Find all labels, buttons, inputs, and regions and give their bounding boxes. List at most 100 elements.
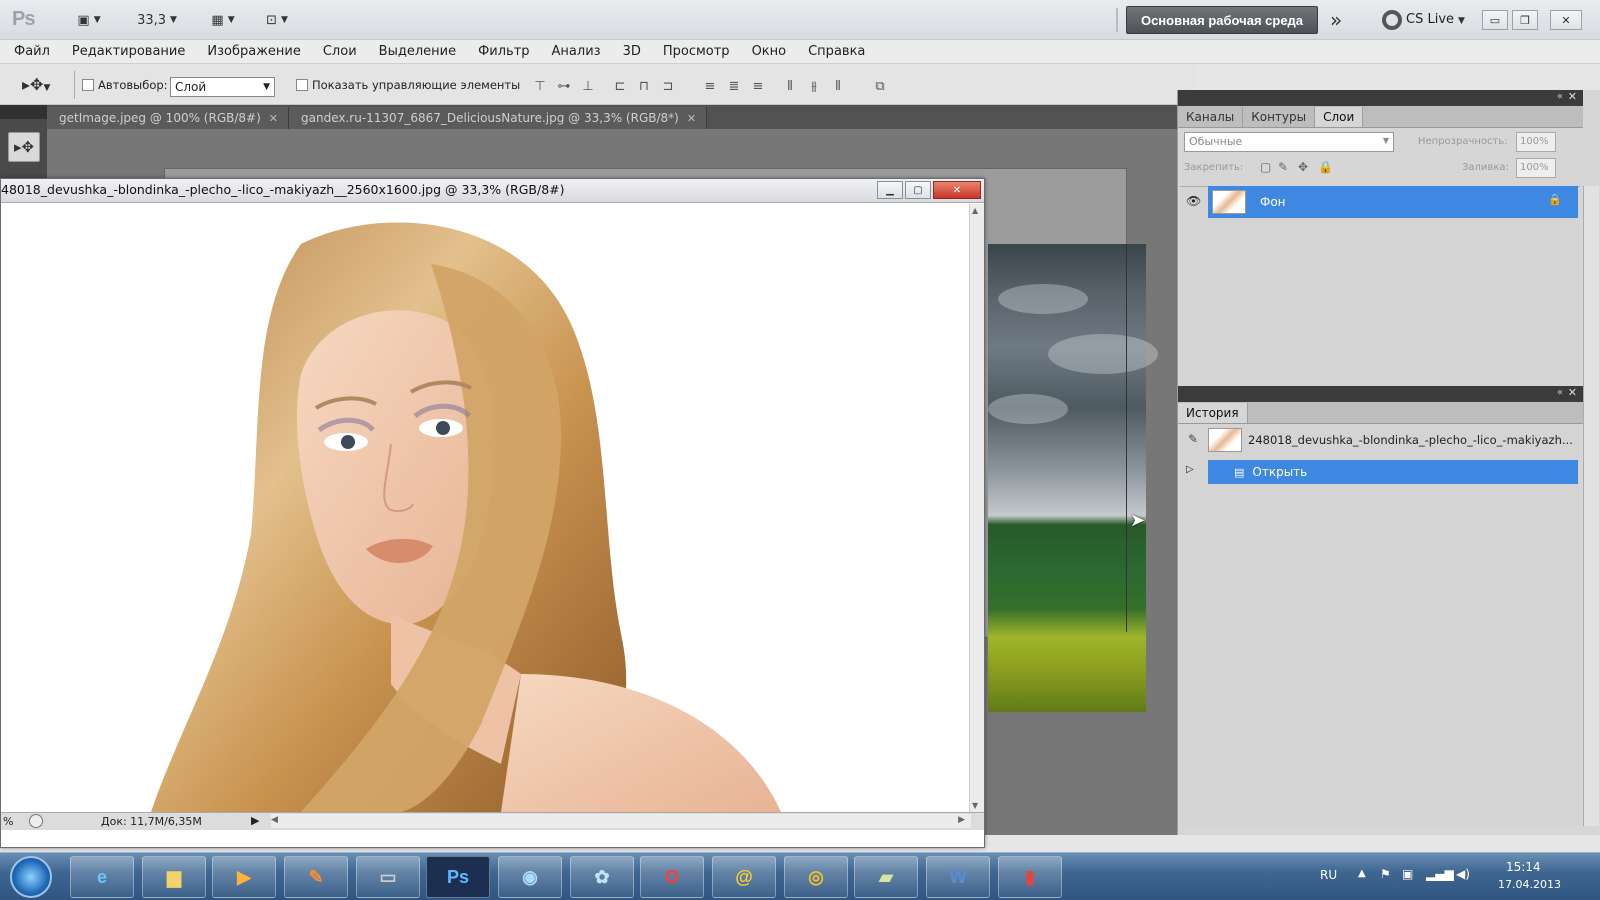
scroll-up-icon[interactable]: ▲ xyxy=(972,206,978,215)
menu-help[interactable]: Справка xyxy=(808,44,865,59)
mail-agent-icon[interactable]: @ xyxy=(712,856,776,898)
history-row-open[interactable]: ▤ Открыть xyxy=(1208,460,1578,484)
tab-channels[interactable]: Каналы xyxy=(1178,107,1244,127)
close-panel-icon[interactable]: ✕ xyxy=(1568,90,1577,103)
cslive-button[interactable]: CS Live ▼ xyxy=(1406,12,1465,27)
screen-mode-button[interactable]: ⊡ ▼ xyxy=(256,9,298,31)
menu-analysis[interactable]: Анализ xyxy=(552,44,601,59)
distribute-hcenter-icon[interactable]: ⫵ xyxy=(806,79,822,95)
zoom-level-dropdown[interactable]: 33,3 ▼ xyxy=(130,9,184,31)
doc-minimize-button[interactable]: ▁ xyxy=(877,181,903,199)
distribute-top-icon[interactable]: ≡ xyxy=(702,79,718,95)
layer-row-background[interactable]: Фон 🔒 xyxy=(1208,186,1578,218)
image-canvas[interactable] xyxy=(1,204,969,812)
action-center-icon[interactable]: ⚑ xyxy=(1380,867,1391,881)
align-right-icon[interactable]: ⊐ xyxy=(660,79,676,95)
start-button[interactable] xyxy=(10,856,52,898)
history-brush-icon[interactable]: ✎ xyxy=(1188,432,1198,446)
align-top-icon[interactable]: ⊤ xyxy=(532,79,548,95)
tab-paths[interactable]: Контуры xyxy=(1243,107,1316,127)
menu-select[interactable]: Выделение xyxy=(379,44,456,59)
status-info-icon[interactable] xyxy=(29,814,43,828)
menu-filter[interactable]: Фильтр xyxy=(478,44,529,59)
visibility-eye-icon[interactable]: 👁 xyxy=(1186,194,1201,208)
lock-pixels-icon[interactable]: ✎ xyxy=(1278,160,1288,174)
internet-explorer-icon[interactable]: e xyxy=(70,856,134,898)
collapse-panel-icon[interactable]: « xyxy=(1557,387,1563,398)
signal-icon[interactable]: ▂▄▆ xyxy=(1426,867,1454,881)
language-indicator[interactable]: RU xyxy=(1320,868,1337,882)
move-tool-preset-icon[interactable]: ▸✥▼ xyxy=(22,75,50,94)
show-transform-controls-checkbox[interactable] xyxy=(296,79,308,91)
media-player-icon[interactable]: ▶ xyxy=(212,856,276,898)
scroll-right-icon[interactable]: ▶ xyxy=(958,815,965,825)
align-left-icon[interactable]: ⊏ xyxy=(612,79,628,95)
paint-icon[interactable]: ✎ xyxy=(284,856,348,898)
distribute-left-icon[interactable]: ⫴ xyxy=(782,79,798,95)
app-round-icon[interactable]: ◉ xyxy=(498,856,562,898)
network-drive-icon[interactable]: ▣ xyxy=(1402,867,1413,881)
status-menu-arrow-icon[interactable]: ▶ xyxy=(251,814,259,827)
lock-transparency-icon[interactable]: ▢ xyxy=(1260,160,1271,174)
distribute-bottom-icon[interactable]: ≡ xyxy=(750,79,766,95)
show-hidden-icons-icon[interactable]: ▲ xyxy=(1358,868,1366,879)
menu-file[interactable]: Файл xyxy=(14,44,50,59)
blend-mode-select[interactable]: Обычные ▼ xyxy=(1184,132,1394,152)
photoshop-icon[interactable]: Ps xyxy=(426,856,490,898)
minimize-button[interactable]: ▭ xyxy=(1482,10,1508,30)
chrome-icon[interactable]: ◎ xyxy=(784,856,848,898)
lock-all-icon[interactable]: 🔒 xyxy=(1318,160,1333,174)
tab-history[interactable]: История xyxy=(1178,403,1248,423)
close-panel-icon[interactable]: ✕ xyxy=(1568,386,1577,399)
app-fan-icon[interactable]: ✿ xyxy=(570,856,634,898)
launch-bridge-button[interactable]: ▣ ▼ xyxy=(68,9,110,31)
close-tab-icon[interactable]: ✕ xyxy=(687,112,696,125)
move-tool-icon[interactable]: ▸✥ xyxy=(8,132,40,162)
distribute-right-icon[interactable]: ⫴ xyxy=(830,79,846,95)
autoselect-checkbox[interactable] xyxy=(82,79,94,91)
history-pointer-icon[interactable]: ▷ xyxy=(1186,464,1194,475)
align-hcenter-icon[interactable]: ⊓ xyxy=(636,79,652,95)
doc-maximize-button[interactable]: ▢ xyxy=(905,181,931,199)
menu-view[interactable]: Просмотр xyxy=(663,44,730,59)
distribute-vcenter-icon[interactable]: ≣ xyxy=(726,79,742,95)
tab-layers[interactable]: Слои xyxy=(1315,107,1364,127)
align-bottom-icon[interactable]: ⊥ xyxy=(580,79,596,95)
fill-input[interactable]: 100% xyxy=(1516,158,1556,178)
more-workspaces-icon[interactable]: » xyxy=(1330,8,1342,32)
menu-layers[interactable]: Слои xyxy=(323,44,357,59)
arrange-documents-button[interactable]: ▦ ▼ xyxy=(202,9,244,31)
close-button[interactable]: ✕ xyxy=(1550,10,1582,30)
collapse-panel-icon[interactable]: « xyxy=(1557,91,1563,102)
document-title-bar[interactable]: 48018_devushka_-blondinka_-plecho_-lico_… xyxy=(1,179,984,203)
menu-window[interactable]: Окно xyxy=(752,44,787,59)
horizontal-scrollbar[interactable]: ◀ ▶ xyxy=(271,814,971,828)
auto-align-icon[interactable]: ⧉ xyxy=(872,79,888,95)
terminal-icon[interactable]: ▭ xyxy=(356,856,420,898)
lock-position-icon[interactable]: ✥ xyxy=(1298,160,1308,174)
history-snapshot-row[interactable]: 248018_devushka_-blondinka_-plecho_-lico… xyxy=(1208,428,1573,452)
word-icon[interactable]: W xyxy=(926,856,990,898)
doc-tab-getimage[interactable]: getImage.jpeg @ 100% (RGB/8#) ✕ xyxy=(47,107,289,129)
doc-tab-nature[interactable]: gandex.ru-11307_6867_DeliciousNature.jpg… xyxy=(289,107,708,129)
video-tool-icon[interactable]: ▮ xyxy=(998,856,1062,898)
vertical-scrollbar[interactable]: ▲ ▼ xyxy=(969,204,984,812)
workspace-switcher-button[interactable]: Основная рабочая среда xyxy=(1126,6,1318,34)
layers-panel-header[interactable]: « ✕ xyxy=(1178,90,1583,106)
clock-date[interactable]: 17.04.2013 xyxy=(1498,878,1561,891)
scroll-left-icon[interactable]: ◀ xyxy=(271,815,278,825)
opacity-input[interactable]: 100% xyxy=(1516,132,1556,152)
menu-image[interactable]: Изображение xyxy=(207,44,300,59)
clock-time[interactable]: 15:14 xyxy=(1506,860,1541,874)
volume-icon[interactable]: ◀) xyxy=(1456,867,1470,881)
history-panel-header[interactable]: « ✕ xyxy=(1178,386,1583,402)
restore-button[interactable]: ❐ xyxy=(1512,10,1538,30)
doc-close-button[interactable]: ✕ xyxy=(933,181,981,199)
history-scrollbar[interactable] xyxy=(1583,426,1599,826)
autoselect-target-select[interactable]: Слой ▼ xyxy=(170,77,275,97)
active-document-window[interactable]: 48018_devushka_-blondinka_-plecho_-lico_… xyxy=(0,178,985,848)
close-tab-icon[interactable]: ✕ xyxy=(269,112,278,125)
opera-icon[interactable]: O xyxy=(640,856,704,898)
notes-icon[interactable]: ▰ xyxy=(854,856,918,898)
menu-3d[interactable]: 3D xyxy=(623,44,641,59)
